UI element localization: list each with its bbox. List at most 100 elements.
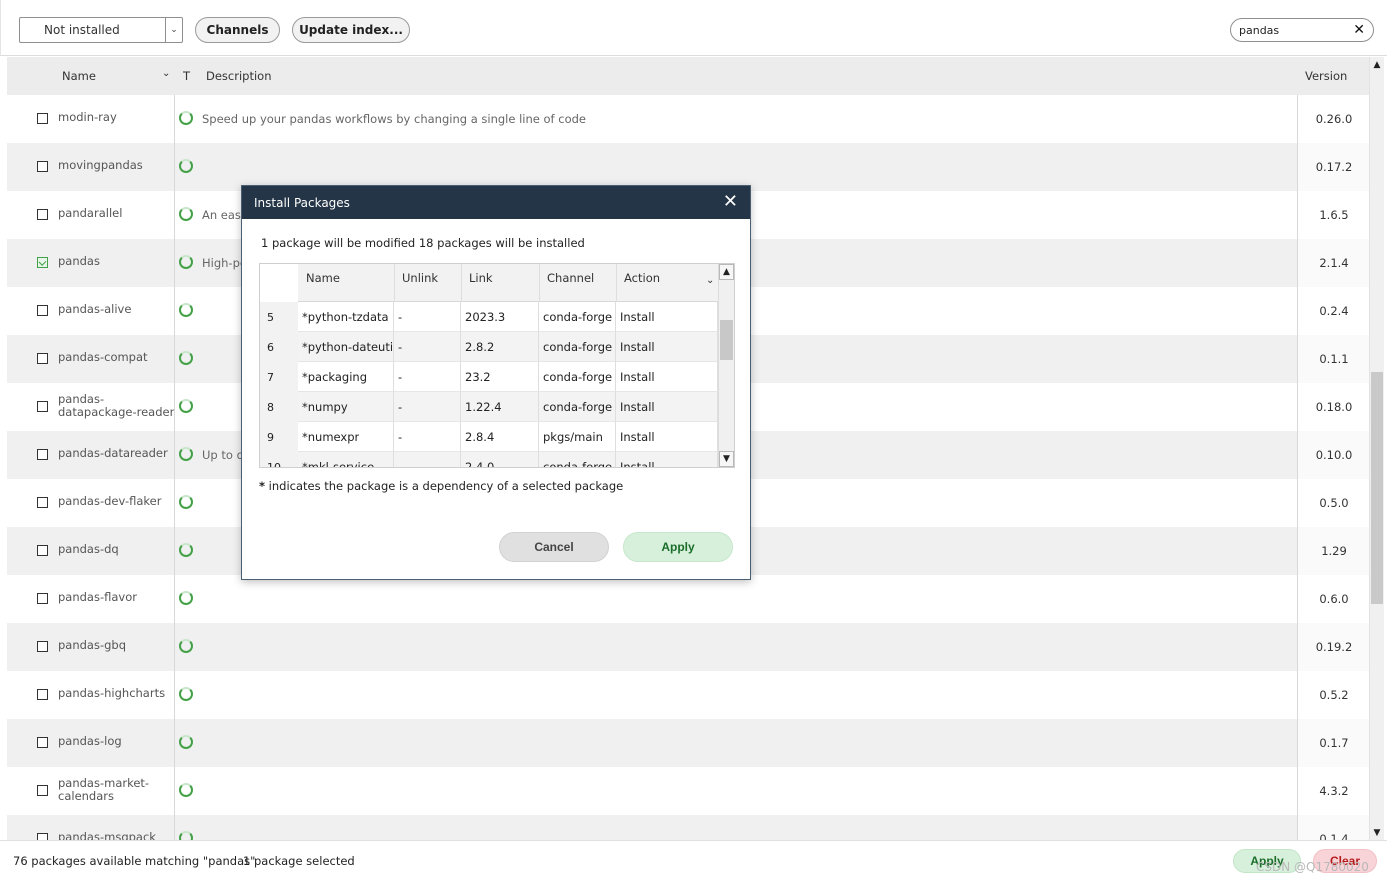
action-column-header[interactable]: Action (624, 271, 660, 285)
name-value: *numexpr (302, 430, 360, 444)
name-value: *python-dateutil (302, 340, 392, 354)
package-name: pandas-compat (58, 350, 148, 364)
search-input[interactable] (1239, 22, 1349, 38)
package-checkbox[interactable] (37, 305, 48, 316)
table-row[interactable]: movingpandas 0.17.2 (7, 143, 1369, 191)
package-checkbox[interactable] (37, 209, 48, 220)
table-row[interactable]: pandas-flavor 0.6.0 (7, 575, 1369, 623)
status-spinner-icon (179, 735, 193, 749)
package-checkbox[interactable] (37, 833, 48, 840)
name-value: *python-tzdata (302, 310, 389, 324)
filter-select[interactable]: Not installed ⌄ (19, 17, 183, 43)
type-column-header[interactable]: T (183, 69, 190, 83)
table-row[interactable]: pandas-log 0.1.7 (7, 719, 1369, 767)
package-version: 0.2.4 (1319, 304, 1349, 318)
chevron-down-icon[interactable]: ⌄ (162, 68, 170, 79)
action-cell: Install (616, 362, 718, 392)
scrollbar-thumb[interactable] (720, 320, 733, 360)
toolbar: Not installed ⌄ Channels Update index...… (0, 0, 1387, 56)
row-index: 7 (267, 371, 274, 384)
table-row[interactable]: pandas-msgpack 0.1.4 (7, 815, 1369, 840)
action-value: Install (620, 340, 655, 354)
table-row[interactable]: modin-ray Speed up your pandas workflows … (7, 95, 1369, 143)
table-row[interactable]: 9 *numexpr - 2.8.4 pkgs/main Install (260, 422, 718, 452)
package-checkbox[interactable] (37, 785, 48, 796)
scroll-down-icon[interactable]: ▼ (719, 451, 734, 467)
version-cell: 0.1.7 (1297, 719, 1369, 767)
column-divider (174, 719, 175, 767)
scroll-down-icon[interactable]: ▼ (1370, 825, 1384, 840)
package-checkbox[interactable] (37, 641, 48, 652)
action-value: Install (620, 460, 655, 468)
unlink-cell: - (394, 302, 461, 332)
scroll-up-icon[interactable]: ▲ (719, 264, 734, 280)
row-index: 6 (267, 341, 274, 354)
name-column-header[interactable]: Name (62, 69, 96, 83)
table-row[interactable]: 7 *packaging - 23.2 conda-forge Install (260, 362, 718, 392)
package-version: 1.6.5 (1319, 208, 1349, 222)
package-checkbox[interactable] (37, 257, 48, 268)
chevron-down-icon[interactable]: ⌄ (706, 275, 714, 286)
table-row[interactable]: 8 *numpy - 1.22.4 conda-forge Install (260, 392, 718, 422)
package-version: 1.29 (1321, 544, 1347, 558)
dependency-note-text: indicates the package is a dependency of… (265, 479, 624, 493)
install-table-scrollbar[interactable]: ▲ ▼ (718, 264, 734, 467)
version-column-header[interactable]: Version (1305, 69, 1347, 83)
row-index-cell: 7 (260, 362, 298, 392)
table-row[interactable]: 5 *python-tzdata - 2023.3 conda-forge Install (260, 302, 718, 332)
package-checkbox[interactable] (37, 449, 48, 460)
package-checkbox[interactable] (37, 593, 48, 604)
status-spinner-icon (179, 687, 193, 701)
package-version: 0.1.4 (1319, 832, 1349, 840)
package-name: movingpandas (58, 158, 143, 172)
unlink-cell: - (394, 422, 461, 452)
package-checkbox[interactable] (37, 689, 48, 700)
column-divider (174, 335, 175, 383)
package-checkbox[interactable] (37, 113, 48, 124)
close-icon[interactable]: ✕ (1353, 22, 1365, 38)
package-checkbox[interactable] (37, 353, 48, 364)
package-checkbox[interactable] (37, 401, 48, 412)
version-cell: 1.29 (1297, 527, 1369, 575)
channel-value: conda-forge (543, 460, 613, 468)
package-list-scrollbar[interactable]: ▲ ▼ (1369, 57, 1384, 840)
table-row[interactable]: 6 *python-dateutil - 2.8.2 conda-forge Instal… (260, 332, 718, 362)
package-name: pandas-flavor (58, 590, 137, 604)
package-checkbox[interactable] (37, 545, 48, 556)
name-cell: *python-tzdata (298, 302, 394, 332)
link-cell: 1.22.4 (461, 392, 539, 422)
name-cell: *packaging (298, 362, 394, 392)
name-cell: *numexpr (298, 422, 394, 452)
dialog-apply-button[interactable]: Apply (623, 532, 733, 562)
update-index-button[interactable]: Update index... (292, 17, 410, 43)
package-checkbox[interactable] (37, 497, 48, 508)
column-divider (394, 264, 395, 302)
package-checkbox[interactable] (37, 737, 48, 748)
channel-column-header[interactable]: Channel (547, 271, 594, 285)
table-row[interactable]: 10 *mkl-service - 2.4.0 conda-forge Install (260, 452, 718, 468)
unlink-value: - (398, 340, 403, 354)
table-row[interactable]: pandas-highcharts 0.5.2 (7, 671, 1369, 719)
cancel-button[interactable]: Cancel (499, 532, 609, 562)
package-checkbox[interactable] (37, 161, 48, 172)
table-corner (260, 264, 298, 302)
column-divider (616, 264, 617, 302)
package-name: pandas-dq (58, 542, 119, 556)
install-packages-dialog: Install Packages ✕ 1 package will be mod… (241, 185, 751, 580)
action-cell: Install (616, 422, 718, 452)
unlink-column-header[interactable]: Unlink (402, 271, 438, 285)
table-row[interactable]: pandas-market-calendars 4.3.2 (7, 767, 1369, 815)
channels-button[interactable]: Channels (195, 17, 280, 43)
description-column-header[interactable]: Description (206, 69, 272, 83)
name-column-header[interactable]: Name (306, 271, 340, 285)
chevron-down-icon[interactable]: ⌄ (165, 18, 182, 42)
package-name: pandas (58, 254, 100, 268)
column-divider (174, 767, 175, 815)
close-icon[interactable]: ✕ (723, 192, 738, 212)
scroll-up-icon[interactable]: ▲ (1370, 57, 1384, 72)
scrollbar-thumb[interactable] (1371, 372, 1383, 604)
package-name: pandas-datareader (58, 446, 168, 460)
name-cell: *numpy (298, 392, 394, 422)
link-column-header[interactable]: Link (469, 271, 493, 285)
table-row[interactable]: pandas-gbq 0.19.2 (7, 623, 1369, 671)
